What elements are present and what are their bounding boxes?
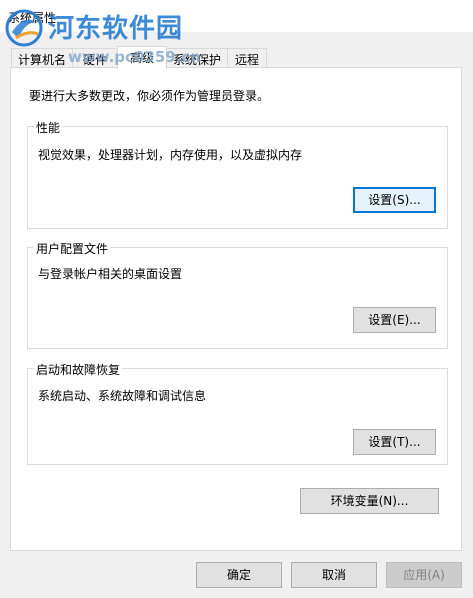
advanced-tab-panel: 要进行大多数更改，你必须作为管理员登录。 性能 视觉效果，处理器计划，内存使用，… [10,67,462,551]
admin-note: 要进行大多数更改，你必须作为管理员登录。 [29,89,270,103]
tab-strip: 计算机名 硬件 高级 系统保护 远程 [11,46,463,69]
window-title: 系统属性 [8,11,57,25]
tab-remote[interactable]: 远程 [227,48,267,68]
cancel-button[interactable]: 取消 [291,562,377,588]
performance-description: 视觉效果，处理器计划，内存使用，以及虚拟内存 [38,148,303,162]
performance-title: 性能 [34,119,63,136]
performance-group: 性能 视觉效果，处理器计划，内存使用，以及虚拟内存 设置(S)... [27,119,448,229]
environment-variables-button[interactable]: 环境变量(N)... [300,488,439,514]
user-profiles-settings-button[interactable]: 设置(E)... [353,307,436,333]
startup-recovery-title: 启动和故障恢复 [34,361,123,378]
startup-recovery-group: 启动和故障恢复 系统启动、系统故障和调试信息 设置(T)... [27,361,448,465]
user-profiles-description: 与登录帐户相关的桌面设置 [38,267,183,281]
ok-button[interactable]: 确定 [196,562,282,588]
tab-computer-name[interactable]: 计算机名 [11,48,73,68]
startup-recovery-description: 系统启动、系统故障和调试信息 [38,389,207,403]
system-properties-dialog: 系统属性 河东软件园 www.pc0359.cn 计算机名 硬件 高级 系统保护… [0,0,473,598]
performance-settings-button[interactable]: 设置(S)... [353,187,436,213]
tab-hardware[interactable]: 硬件 [72,48,118,68]
title-bar: 系统属性 [0,0,473,32]
tab-advanced[interactable]: 高级 [117,46,167,69]
user-profiles-title: 用户配置文件 [34,240,111,257]
startup-recovery-settings-button[interactable]: 设置(T)... [353,429,436,455]
user-profiles-group: 用户配置文件 与登录帐户相关的桌面设置 设置(E)... [27,240,448,349]
apply-button[interactable]: 应用(A) [386,562,462,588]
tab-system-protection[interactable]: 系统保护 [166,48,228,68]
